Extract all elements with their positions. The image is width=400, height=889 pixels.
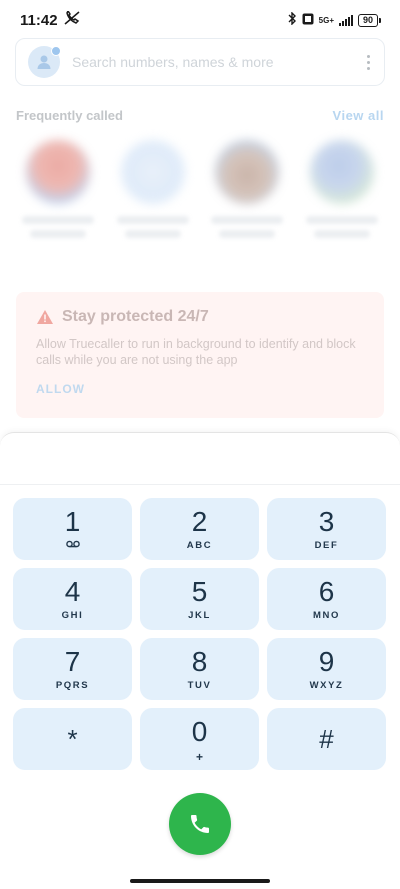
phone-icon	[191, 815, 209, 833]
key-8[interactable]: 8 TUV	[140, 638, 259, 700]
key-7[interactable]: 7 PQRS	[13, 638, 132, 700]
bluetooth-icon	[288, 11, 297, 28]
status-left: 11:42	[20, 9, 80, 29]
key-letters: +	[195, 750, 203, 764]
frequent-contacts	[16, 140, 384, 238]
key-letters: GHI	[61, 610, 84, 621]
key-letters: TUV	[187, 680, 212, 691]
status-time: 11:42	[20, 11, 58, 29]
key-letters: ABC	[186, 540, 213, 551]
frequent-contact[interactable]	[300, 140, 384, 238]
key-5[interactable]: 5 JKL	[140, 568, 259, 630]
frequently-called-title: Frequently called	[16, 108, 123, 123]
key-1[interactable]: 1	[13, 498, 132, 560]
dialpad-sheet: 1 2 ABC 3 DEF 4 GHI 5 JKL 6 MNO 7 PQRS 8…	[0, 432, 400, 889]
key-0[interactable]: 0 +	[140, 708, 259, 770]
search-input[interactable]: Search numbers, names & more	[72, 54, 367, 70]
contact-detail-blurred	[30, 230, 86, 238]
key-digit: #	[319, 724, 334, 754]
key-digit: 4	[64, 576, 81, 607]
key-letters: WXYZ	[309, 680, 344, 691]
network-type: 5G+	[318, 15, 334, 25]
more-options-icon[interactable]	[367, 54, 370, 70]
person-icon	[37, 55, 51, 69]
key-digit: 0	[191, 716, 208, 747]
contact-detail-blurred	[219, 230, 276, 238]
key-9[interactable]: 9 WXYZ	[267, 638, 386, 700]
key-3[interactable]: 3 DEF	[267, 498, 386, 560]
call-muted-icon	[64, 9, 80, 29]
key-digit: 5	[191, 576, 208, 607]
keypad: 1 2 ABC 3 DEF 4 GHI 5 JKL 6 MNO 7 PQRS 8…	[13, 498, 387, 770]
key-letters: PQRS	[55, 680, 90, 691]
notification-dot	[51, 46, 61, 56]
status-bar: 11:42 5G+ 90	[0, 0, 400, 40]
stay-protected-description: Allow Truecaller to run in background to…	[36, 337, 356, 367]
contact-detail-blurred	[124, 230, 181, 238]
allow-button[interactable]: ALLOW	[36, 382, 85, 396]
contact-name-blurred	[116, 216, 189, 224]
battery-icon: 90	[357, 13, 382, 27]
key-digit: 8	[191, 646, 208, 677]
key-letters: MNO	[313, 610, 340, 621]
contact-name-blurred	[305, 216, 378, 224]
stay-protected-title: Stay protected 24/7	[62, 308, 209, 325]
key-star[interactable]: *	[13, 708, 132, 770]
key-digit: 6	[318, 576, 335, 607]
contact-detail-blurred	[313, 230, 370, 238]
signal-icon	[338, 14, 353, 26]
key-4[interactable]: 4 GHI	[13, 568, 132, 630]
key-hash[interactable]: #	[267, 708, 386, 770]
nfc-icon	[302, 13, 314, 28]
dialed-number-display[interactable]	[0, 433, 400, 485]
key-digit: 2	[191, 506, 208, 537]
contact-name-blurred	[22, 216, 94, 224]
contact-name-blurred	[211, 216, 284, 224]
home-indicator[interactable]	[130, 879, 270, 883]
key-digit: 7	[64, 646, 81, 677]
key-digit: 1	[64, 506, 81, 537]
key-6[interactable]: 6 MNO	[267, 568, 386, 630]
view-all-link[interactable]: View all	[333, 108, 384, 123]
call-button[interactable]	[169, 793, 231, 855]
key-digit: 3	[318, 506, 335, 537]
key-digit: 9	[318, 646, 335, 677]
contact-avatar	[26, 140, 90, 204]
key-letters: JKL	[188, 610, 211, 621]
frequent-contact[interactable]	[205, 140, 289, 238]
voicemail-icon	[65, 540, 80, 551]
frequent-contact[interactable]	[111, 140, 195, 238]
stay-protected-heading: Stay protected 24/7	[36, 308, 364, 326]
stay-protected-card: Stay protected 24/7 Allow Truecaller to …	[16, 292, 384, 418]
profile-avatar[interactable]	[28, 46, 61, 78]
status-right: 5G+ 90	[288, 11, 382, 28]
frequent-contact[interactable]	[16, 140, 100, 238]
key-digit: *	[67, 724, 78, 754]
search-bar[interactable]: Search numbers, names & more	[15, 38, 385, 86]
warning-icon	[37, 310, 53, 324]
contact-avatar	[309, 140, 374, 204]
frequently-called-header: Frequently called View all	[16, 108, 384, 123]
contact-avatar	[120, 140, 185, 204]
key-letters: DEF	[314, 540, 339, 551]
key-2[interactable]: 2 ABC	[140, 498, 259, 560]
contact-avatar	[215, 140, 280, 204]
